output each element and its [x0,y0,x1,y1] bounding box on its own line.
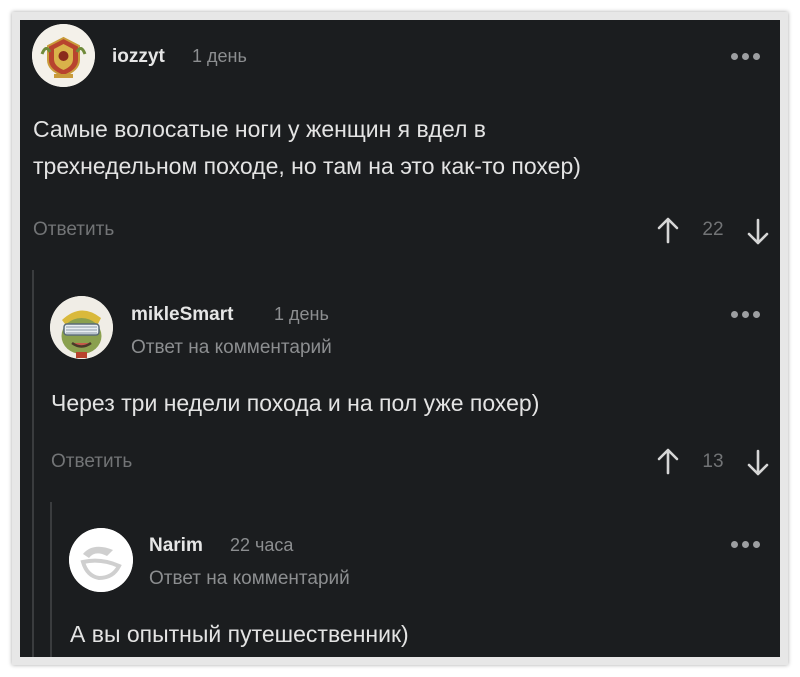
timestamp: 22 часа [230,535,294,555]
reply-to-label[interactable]: Ответ на комментарий [149,568,350,590]
comment: Narim 22 часа Ответ на комментарий А вы … [20,20,780,657]
more-options-icon[interactable] [731,541,760,548]
avatar[interactable] [69,528,133,592]
default-avatar-icon [69,528,133,592]
comment-text-line: А вы опытный путешественник) [70,621,409,647]
username[interactable]: Narim [149,535,203,557]
comment-text: А вы опытный путешественник) [70,616,409,653]
comments-panel: iozzyt 1 день Самые волосатые ноги у жен… [20,20,780,657]
